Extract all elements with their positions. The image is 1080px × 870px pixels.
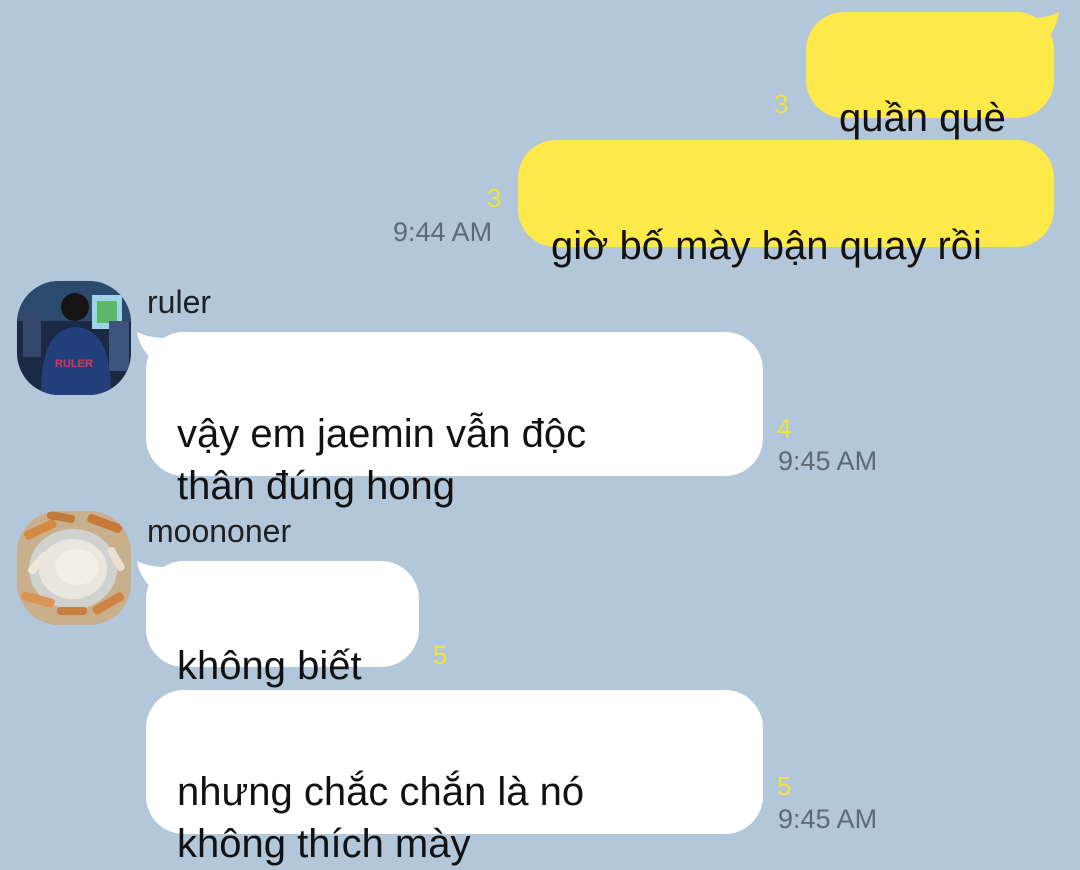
bubble-tail <box>1034 12 1059 42</box>
message-text: quần què <box>839 96 1006 140</box>
unread-count: 3 <box>774 89 789 119</box>
unread-count: 3 <box>487 183 502 213</box>
message-text: vậy em jaemin vẫn độc thân đúng hong <box>177 412 587 508</box>
incoming-message-bubble[interactable]: nhưng chắc chắn là nó không thích mày <box>146 690 763 866</box>
unread-count: 4 <box>777 413 792 443</box>
message-text: không biết <box>177 644 362 688</box>
incoming-message-bubble[interactable]: vậy em jaemin vẫn độc thân đúng hong <box>146 332 763 508</box>
avatar[interactable] <box>17 511 131 625</box>
message-timestamp: 9:44 AM <box>393 217 493 247</box>
message-text: giờ bố mày bận quay rồi <box>551 224 982 268</box>
sender-name: moononer <box>147 513 292 549</box>
ruler-avatar-photo-icon: RULER <box>17 281 131 395</box>
avatar[interactable]: RULER <box>17 281 131 395</box>
sender-name: ruler <box>147 284 212 320</box>
message-text: nhưng chắc chắn là nó không thích mày <box>177 770 585 866</box>
ashtray-avatar-photo-icon <box>17 511 131 625</box>
outgoing-message-bubble[interactable]: quần què <box>806 12 1054 140</box>
incoming-message-bubble[interactable]: không biết <box>146 561 419 688</box>
message-timestamp: 9:45 AM <box>778 446 878 476</box>
message-timestamp: 9:45 AM <box>778 804 878 834</box>
jersey-text: RULER <box>55 358 93 370</box>
outgoing-message-bubble[interactable]: giờ bố mày bận quay rồi <box>518 140 1054 268</box>
unread-count: 5 <box>777 771 792 801</box>
unread-count: 5 <box>433 640 448 670</box>
